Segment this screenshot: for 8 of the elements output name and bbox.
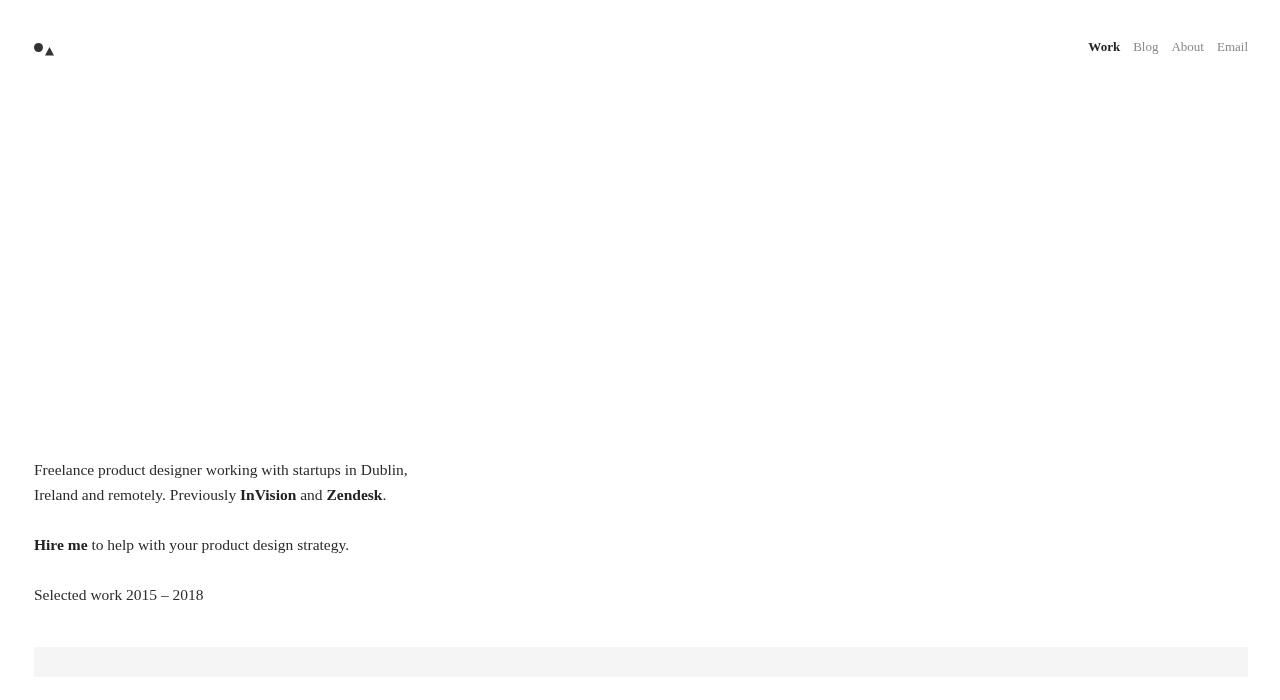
intro-paragraph: Hire me to help with your product design strategy.: [34, 535, 351, 555]
section-title: Selected work 2015 – 2018: [34, 585, 205, 605]
logo-icon[interactable]: [34, 42, 54, 56]
nav-link[interactable]: Work: [1088, 39, 1121, 55]
nav-link[interactable]: Blog: [1133, 39, 1159, 55]
intro-paragraph: Freelance product designer working with startups in Dublin, Ireland and remotely. Previously InVision and Zendesk.: [34, 460, 409, 505]
nav-link[interactable]: About: [1171, 39, 1204, 55]
nav-link[interactable]: Email: [1216, 39, 1248, 55]
